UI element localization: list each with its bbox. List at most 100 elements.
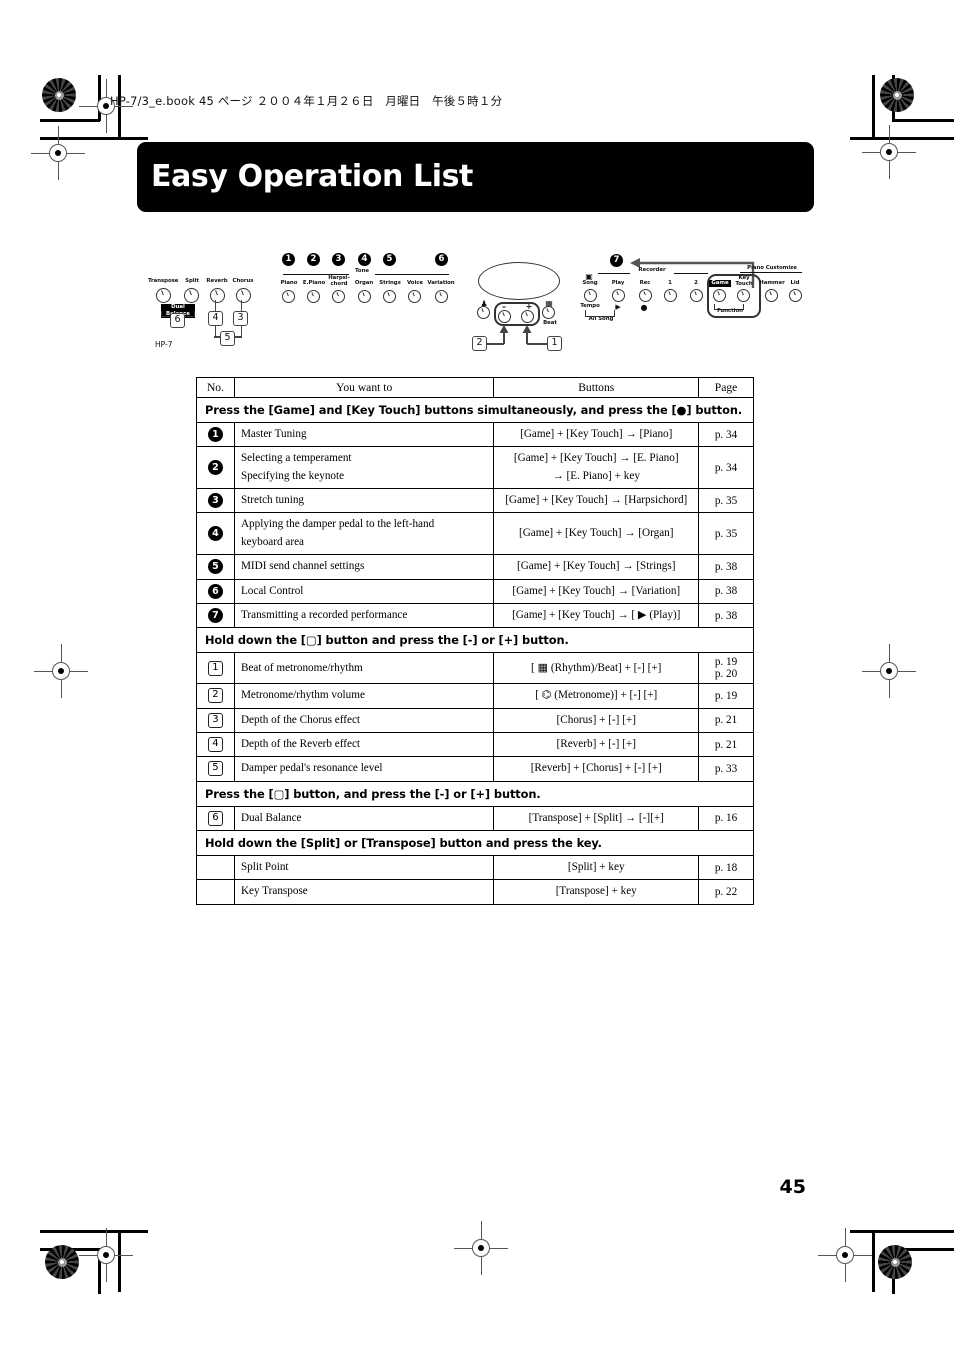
- row-description-cell: Metronome/rhythm volume: [233, 683, 495, 709]
- panel-knob-variation[interactable]: [435, 290, 448, 303]
- row-number-cell: 3: [196, 707, 235, 733]
- panel-knob-hammer[interactable]: [765, 289, 778, 302]
- panel-knob-transpose[interactable]: [156, 288, 171, 303]
- page-title: Easy Operation List: [151, 158, 473, 194]
- row-page-cell[interactable]: p. 35: [698, 512, 754, 556]
- table-row: 5 MIDI send channel settings [Game] + [Key…: [196, 554, 754, 580]
- row-page-cell[interactable]: p. 35: [698, 488, 754, 514]
- row-number-cell: 2: [196, 683, 235, 709]
- row-page-cell[interactable]: p. 34: [698, 446, 754, 490]
- registration-mark-bottom-center: [454, 1221, 508, 1275]
- panel-knob-organ[interactable]: [358, 290, 371, 303]
- panel-connector-3: [240, 300, 243, 312]
- panel-knob-track2[interactable]: [690, 289, 703, 302]
- row-description-cell: Split Point: [233, 855, 495, 881]
- panel-display-ellipse: [478, 262, 560, 300]
- row-badge-circle: 5: [207, 559, 223, 575]
- row-page-cell[interactable]: p. 21: [698, 731, 754, 758]
- table-row: Key Transpose [Transpose] + key p. 22: [196, 879, 754, 905]
- registration-mark-left-upper: [31, 126, 85, 180]
- row-page-cell[interactable]: p. 18: [698, 855, 754, 881]
- row-page-cell[interactable]: p. 16: [698, 805, 754, 832]
- row-description-cell: Transmitting a recorded performance: [233, 602, 495, 629]
- panel-callout-square-2: 2: [472, 336, 487, 351]
- panel-knob-piano[interactable]: [282, 290, 295, 303]
- panel-callout-5: 5: [220, 331, 235, 346]
- panel-callout-4: 4: [208, 311, 223, 326]
- panel-knob-key-touch[interactable]: [737, 289, 750, 302]
- panel-knob-beat[interactable]: [542, 306, 555, 319]
- panel-callout-3: 3: [233, 311, 248, 326]
- panel-knob-voice[interactable]: [408, 290, 421, 303]
- panel-knob-play[interactable]: [612, 289, 625, 302]
- row-description-cell: Applying the damper pedal to the left-ha…: [233, 512, 495, 556]
- row-badge-circle: 1: [207, 427, 223, 443]
- row-page-cell[interactable]: p. 19 p. 20: [698, 652, 754, 685]
- row-description-cell: Local Control: [233, 578, 495, 604]
- table-section-heading: Hold down the [Split] or [Transpose] but…: [196, 830, 754, 857]
- row-page-cell[interactable]: p. 33: [698, 756, 754, 782]
- row-buttons-cell: [Split] + key: [493, 855, 700, 881]
- row-page-cell[interactable]: p. 19: [698, 683, 754, 709]
- panel-callout-circle-4: 4: [358, 253, 371, 266]
- panel-knob-harpsichord[interactable]: [332, 290, 345, 303]
- table-row: 7 Transmitting a recorded performance [Gam…: [196, 602, 754, 629]
- panel-label-track2: 2: [694, 280, 698, 286]
- panel-label-all-song: All Song: [588, 316, 614, 322]
- row-page-cell[interactable]: p. 38: [698, 578, 754, 604]
- row-number-cell: 7: [196, 602, 235, 629]
- panel-label-key-touch: Key Touch: [735, 275, 753, 287]
- panel-group-rule-tone-right: [375, 274, 449, 275]
- row-page-cell[interactable]: p. 21: [698, 707, 754, 733]
- column-header-youwant: You want to: [233, 377, 495, 398]
- row-page-cell[interactable]: p. 38: [698, 554, 754, 580]
- page-title-bar: Easy Operation List: [137, 142, 814, 212]
- row-buttons-cell: [Reverb] + [Chorus] + [-] [+]: [493, 756, 700, 782]
- panel-knob-split[interactable]: [184, 288, 199, 303]
- row-buttons-cell: [Transpose] + key: [493, 879, 700, 905]
- panel-knob-epiano[interactable]: [307, 290, 320, 303]
- panel-knob-game[interactable]: [713, 289, 726, 302]
- row-page-cell[interactable]: p. 34: [698, 421, 754, 448]
- record-dot-icon: ●: [640, 303, 648, 312]
- easy-operation-table: No. You want to Buttons Page Press the […: [196, 377, 754, 905]
- panel-knob-track1[interactable]: [664, 289, 677, 302]
- panel-group-label-tone: Tone: [355, 268, 369, 274]
- panel-knob-song[interactable]: [584, 289, 597, 302]
- row-page-cell[interactable]: p. 38: [698, 602, 754, 629]
- row-badge-square: 6: [207, 810, 223, 826]
- table-row: 2 Metronome/rhythm volume[ ⌬ (Metronome)]…: [196, 683, 754, 709]
- panel-group-rule-recorder-left: [598, 273, 630, 274]
- row-page-cell[interactable]: p. 22: [698, 879, 754, 905]
- table-row: 1 Beat of metronome/rhythm[ ▦ (Rhythm)/Be…: [196, 652, 754, 685]
- row-number-cell: 4: [196, 731, 235, 758]
- row-buttons-cell: [Game] + [Key Touch] → [Organ]: [493, 512, 700, 556]
- book-header-line: HP-7/3_e.book 45 ページ ２００４年１月２６日 月曜日 午後５時…: [110, 94, 503, 108]
- play-arrow-icon: ▶: [615, 303, 621, 311]
- registration-mark-right-upper: [862, 125, 916, 179]
- panel-knob-reverb[interactable]: [210, 288, 225, 303]
- panel-label-variation: Variation: [427, 280, 455, 286]
- row-description-cell: Dual Balance: [233, 805, 495, 832]
- panel-knob-strings[interactable]: [383, 290, 396, 303]
- row-buttons-cell: [Game] + [Key Touch] → [Variation]: [493, 578, 700, 604]
- panel-knob-chorus[interactable]: [236, 288, 251, 303]
- page-number: 45: [779, 1176, 806, 1198]
- row-description-cell: Beat of metronome/rhythm: [233, 652, 495, 685]
- row-description-cell: Damper pedal's resonance level: [233, 756, 495, 782]
- panel-callout-6: 6: [170, 313, 185, 328]
- panel-label-split: Split: [185, 278, 199, 284]
- panel-label-track1: 1: [668, 280, 672, 286]
- panel-group-label-function: Function: [717, 308, 743, 314]
- row-number-cell: 5: [196, 756, 235, 782]
- panel-label-lid: Lid: [790, 280, 800, 286]
- row-number-cell: 1: [196, 421, 235, 448]
- panel-knob-lid[interactable]: [789, 289, 802, 302]
- table-header-row: No. You want to Buttons Page: [196, 377, 754, 398]
- column-header-page: Page: [698, 377, 754, 398]
- panel-knob-metronome[interactable]: [477, 306, 490, 319]
- row-number-cell: 5: [196, 554, 235, 580]
- table-section-heading-row: Press the [Game] and [Key Touch] buttons…: [196, 397, 754, 423]
- row-buttons-cell: [Game] + [Key Touch] → [Piano]: [493, 421, 700, 448]
- panel-knob-rec[interactable]: [639, 289, 652, 302]
